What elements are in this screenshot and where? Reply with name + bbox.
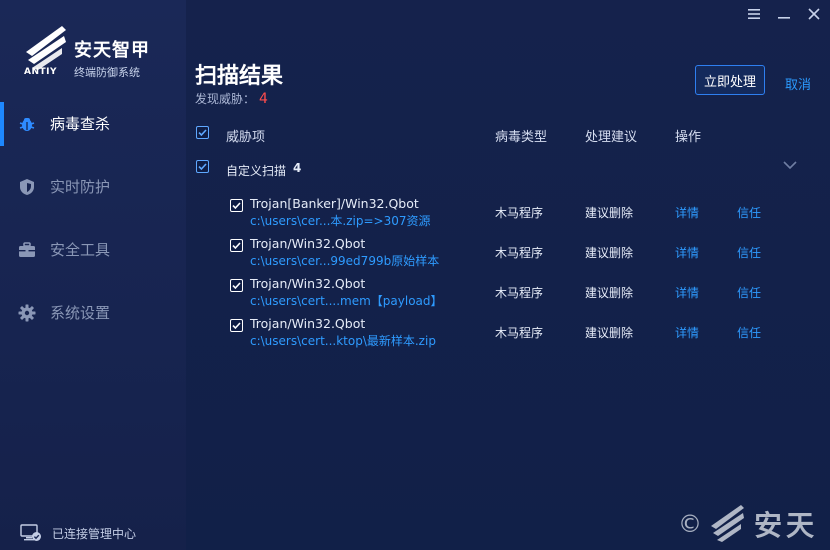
threats-found-label: 发现威胁： xyxy=(195,92,256,106)
process-now-button[interactable]: 立即处理 xyxy=(695,65,765,95)
gear-icon xyxy=(18,304,36,322)
sidebar-item-security-tools[interactable]: 安全工具 xyxy=(0,218,186,281)
row-checkbox[interactable] xyxy=(230,199,243,212)
column-header-actions: 操作 xyxy=(675,130,702,145)
connection-status: 已连接管理中心 xyxy=(20,524,136,542)
table-row: Trojan/Win32.Qbot c:\users\cert....mem【p… xyxy=(230,276,830,312)
trust-link[interactable]: 信任 xyxy=(737,284,761,301)
watermark: © 安天 xyxy=(678,502,818,546)
threat-path-link[interactable]: c:\users\cert....mem【payload】 xyxy=(250,292,443,309)
sidebar: ANTIY 安天智甲 终端防御系统 病毒查杀 实时防护 安全工具 系统设置 已连… xyxy=(0,0,186,550)
threat-path-link[interactable]: c:\users\cer...本.zip=>307资源 xyxy=(250,212,431,229)
row-checkbox[interactable] xyxy=(230,279,243,292)
detail-link[interactable]: 详情 xyxy=(675,204,699,221)
virus-type: 木马程序 xyxy=(495,286,544,300)
scan-group-row: 自定义扫描 4 xyxy=(196,158,816,178)
column-header-advice: 处理建议 xyxy=(585,130,638,145)
detail-link[interactable]: 详情 xyxy=(675,244,699,261)
virus-type: 木马程序 xyxy=(495,246,544,260)
copyright-symbol: © xyxy=(677,510,702,538)
column-header-virus-type: 病毒类型 xyxy=(495,130,548,145)
threats-found-count: 4 xyxy=(259,91,268,107)
table-row: Trojan[Banker]/Win32.Qbot c:\users\cer..… xyxy=(230,196,830,232)
cancel-button[interactable]: 取消 xyxy=(785,74,811,93)
page-title: 扫描结果 xyxy=(195,64,284,89)
brand-logo: ANTIY 安天智甲 终端防御系统 xyxy=(22,22,172,82)
trust-link[interactable]: 信任 xyxy=(737,244,761,261)
sidebar-item-virus-scan[interactable]: 病毒查杀 xyxy=(0,92,186,155)
sidebar-item-realtime-protection[interactable]: 实时防护 xyxy=(0,155,186,218)
connection-status-text: 已连接管理中心 xyxy=(52,526,137,541)
brand-name: 安天智甲 xyxy=(74,40,150,61)
watermark-text: 安天 xyxy=(753,509,818,542)
sidebar-item-label: 实时防护 xyxy=(50,178,111,196)
menu-icon[interactable] xyxy=(746,6,762,22)
advice: 建议删除 xyxy=(585,286,634,300)
threat-name: Trojan/Win32.Qbot xyxy=(250,276,366,291)
threat-name: Trojan/Win32.Qbot xyxy=(250,236,366,251)
select-all-checkbox[interactable] xyxy=(196,126,209,139)
bug-icon xyxy=(18,115,36,133)
window-controls xyxy=(746,6,822,22)
threat-path-link[interactable]: c:\users\cer...99ed799b原始样本 xyxy=(250,252,439,269)
sidebar-item-label: 安全工具 xyxy=(50,241,111,259)
group-label: 自定义扫描 xyxy=(226,164,287,178)
monitor-check-icon xyxy=(20,524,42,542)
advice: 建议删除 xyxy=(585,206,634,220)
sidebar-item-label: 系统设置 xyxy=(50,304,111,322)
virus-type: 木马程序 xyxy=(495,326,544,340)
app-window: ANTIY 安天智甲 终端防御系统 病毒查杀 实时防护 安全工具 系统设置 已连… xyxy=(0,0,830,550)
virus-type: 木马程序 xyxy=(495,206,544,220)
detail-link[interactable]: 详情 xyxy=(675,324,699,341)
sidebar-nav: 病毒查杀 实时防护 安全工具 系统设置 xyxy=(0,92,186,344)
sidebar-item-label: 病毒查杀 xyxy=(50,115,111,133)
shield-icon xyxy=(18,178,36,196)
trust-link[interactable]: 信任 xyxy=(737,204,761,221)
detail-link[interactable]: 详情 xyxy=(675,284,699,301)
threat-name: Trojan[Banker]/Win32.Qbot xyxy=(250,196,419,211)
row-checkbox[interactable] xyxy=(230,319,243,332)
trust-link[interactable]: 信任 xyxy=(737,324,761,341)
threat-name: Trojan/Win32.Qbot xyxy=(250,316,366,331)
column-header-threat: 威胁项 xyxy=(226,130,266,145)
group-count: 4 xyxy=(293,161,302,175)
threat-path-link[interactable]: c:\users\cert...ktop\最新样本.zip xyxy=(250,332,436,349)
sidebar-item-system-settings[interactable]: 系统设置 xyxy=(0,281,186,344)
table-row: Trojan/Win32.Qbot c:\users\cert...ktop\最… xyxy=(230,316,830,352)
table-header: 威胁项 病毒类型 处理建议 操作 xyxy=(196,124,816,145)
row-checkbox[interactable] xyxy=(230,239,243,252)
advice: 建议删除 xyxy=(585,326,634,340)
antiy-watermark-icon xyxy=(710,505,744,542)
brand-subtitle: 终端防御系统 xyxy=(74,66,140,79)
group-checkbox[interactable] xyxy=(196,160,209,173)
table-row: Trojan/Win32.Qbot c:\users\cer...99ed799… xyxy=(230,236,830,272)
advice: 建议删除 xyxy=(585,246,634,260)
main-panel: 扫描结果 发现威胁： 4 立即处理 取消 威胁项 病毒类型 处理建议 操作 自定义… xyxy=(186,0,830,550)
brand-latin: ANTIY xyxy=(24,67,58,77)
close-icon[interactable] xyxy=(806,6,822,22)
chevron-down-icon[interactable] xyxy=(782,158,798,172)
minimize-icon[interactable] xyxy=(776,6,792,22)
threats-found: 发现威胁： 4 xyxy=(195,90,268,107)
toolbox-icon xyxy=(18,241,36,259)
